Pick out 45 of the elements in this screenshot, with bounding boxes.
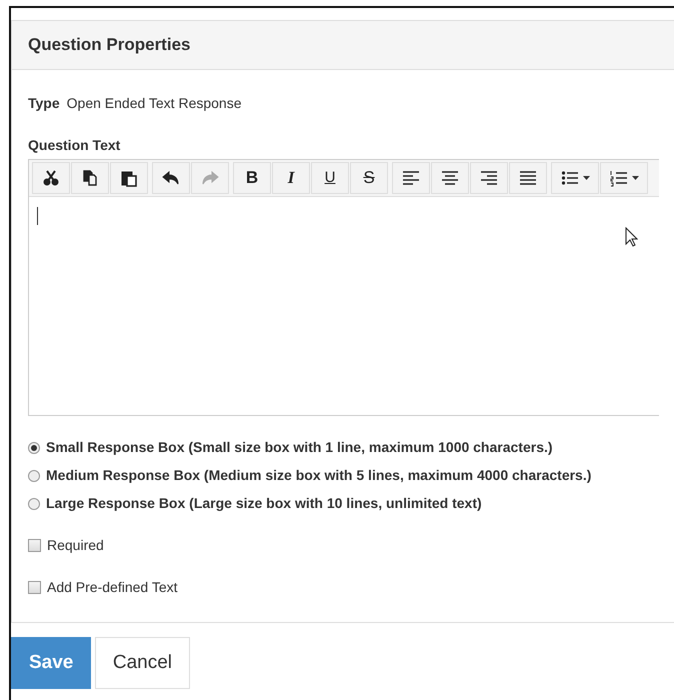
strike-button[interactable]: S bbox=[350, 162, 388, 194]
align-left-button[interactable] bbox=[392, 162, 430, 194]
numbered-list-icon bbox=[610, 169, 628, 187]
paste-button[interactable] bbox=[110, 162, 148, 194]
checkbox-label[interactable]: Required bbox=[47, 535, 104, 556]
checkbox[interactable] bbox=[28, 581, 41, 594]
cancel-button[interactable]: Cancel bbox=[94, 637, 190, 689]
undo-icon bbox=[162, 169, 180, 187]
cut-button[interactable] bbox=[32, 162, 70, 194]
align-right-button[interactable] bbox=[470, 162, 508, 194]
align-left-icon bbox=[402, 169, 420, 187]
align-right-icon bbox=[480, 169, 498, 187]
panel-title: Question Properties bbox=[12, 21, 674, 70]
type-label: Type bbox=[28, 94, 60, 113]
bold-button[interactable]: B bbox=[233, 162, 271, 194]
bullet-list-icon bbox=[560, 169, 578, 187]
text-cursor bbox=[37, 207, 38, 225]
numbered-list-button[interactable] bbox=[600, 162, 648, 194]
radio-button[interactable] bbox=[28, 442, 40, 454]
undo-button[interactable] bbox=[152, 162, 190, 194]
redo-icon bbox=[201, 169, 219, 187]
scissors-icon bbox=[42, 169, 60, 187]
radio-label[interactable]: Small Response Box (Small size box with 1 line, maximum 1000 characters.) bbox=[46, 437, 553, 458]
align-center-button[interactable] bbox=[431, 162, 469, 194]
caret-icon bbox=[582, 176, 590, 180]
copy-button[interactable] bbox=[71, 162, 109, 194]
copy-icon bbox=[81, 169, 99, 187]
underline-button[interactable]: U bbox=[311, 162, 349, 194]
align-center-icon bbox=[441, 169, 459, 187]
radio-button[interactable] bbox=[28, 470, 40, 482]
save-button[interactable]: Save bbox=[11, 637, 92, 689]
mouse-pointer-icon bbox=[625, 227, 638, 247]
caret-icon bbox=[632, 176, 638, 180]
justify-icon bbox=[519, 169, 537, 187]
radio-button[interactable] bbox=[28, 498, 40, 510]
question-text-label: Question Text bbox=[28, 136, 122, 155]
radio-label[interactable]: Medium Response Box (Medium size box with 5 lines, maximum 4000 characters.) bbox=[46, 465, 592, 486]
type-value: Open Ended Text Response bbox=[66, 94, 242, 113]
bullet-list-button[interactable] bbox=[551, 162, 599, 194]
checkbox[interactable] bbox=[28, 539, 41, 552]
justify-button[interactable] bbox=[509, 162, 547, 194]
radio-label[interactable]: Large Response Box (Large size box with 10 lines, unlimited text) bbox=[46, 493, 482, 514]
italic-button[interactable]: I bbox=[272, 162, 310, 194]
clipboard-icon bbox=[120, 169, 138, 187]
checkbox-label[interactable]: Add Pre-defined Text bbox=[47, 577, 178, 598]
